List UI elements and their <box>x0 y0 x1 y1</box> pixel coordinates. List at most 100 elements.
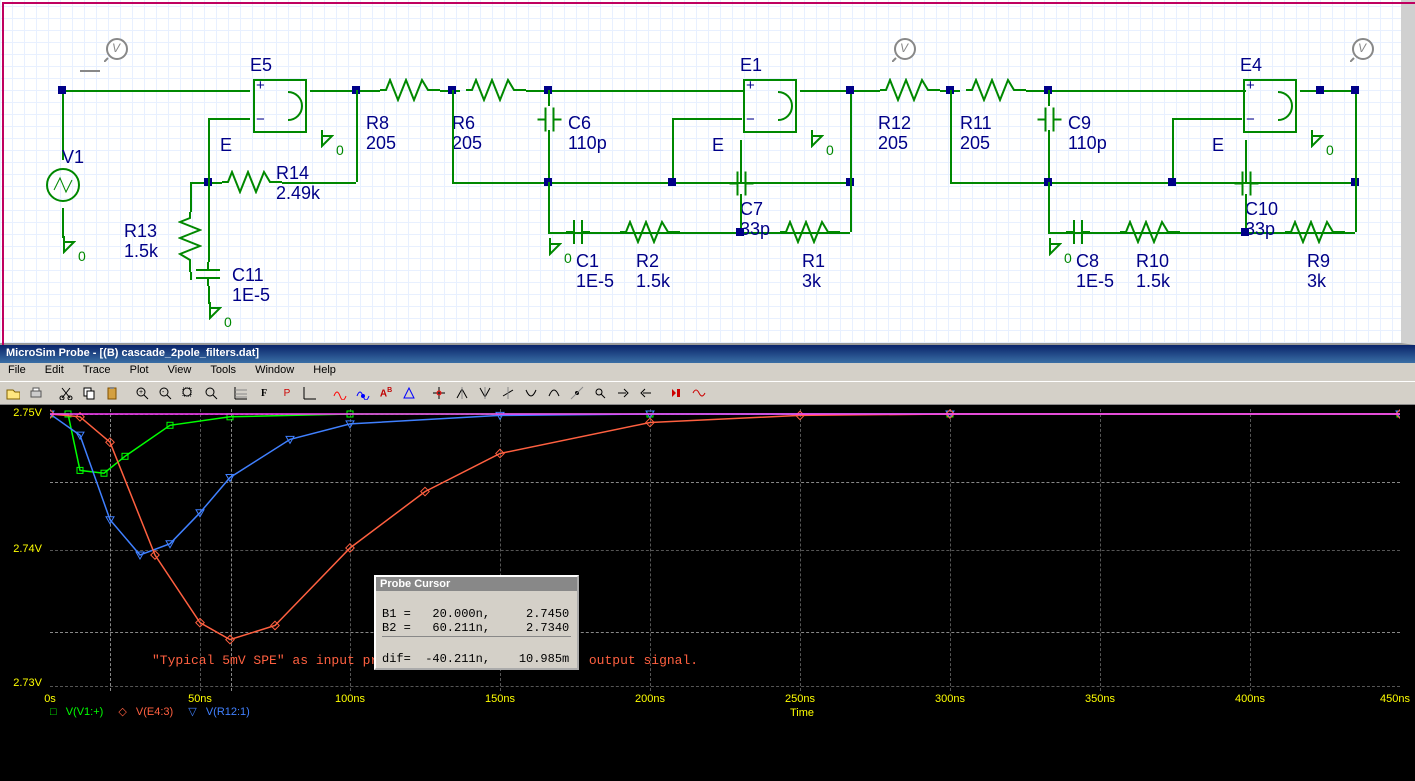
component-value: 205 <box>452 134 482 154</box>
voltage-probe-icon: V <box>1350 36 1376 62</box>
component-value: E <box>220 136 232 156</box>
open-icon[interactable] <box>2 383 24 403</box>
x-tick: 300ns <box>935 693 965 705</box>
y-tick: 2.74V <box>4 543 42 555</box>
component-value: 1E-5 <box>1076 272 1114 292</box>
probe-cursor-box[interactable]: Probe Cursor B1 = 20.000n, 2.7450 B2 = 6… <box>374 575 579 670</box>
x-tick: 150ns <box>485 693 515 705</box>
capacitor <box>566 220 590 247</box>
component-label: R11 <box>960 114 992 134</box>
voltage-probe-icon: V <box>892 36 918 62</box>
eval-icon[interactable] <box>352 383 374 403</box>
pin-plus: + <box>746 78 755 95</box>
menu-plot[interactable]: Plot <box>122 362 157 378</box>
zoom-area-icon[interactable] <box>177 383 199 403</box>
component-label: V1 <box>62 148 84 168</box>
resistor <box>780 220 840 247</box>
log-y-icon[interactable] <box>299 383 321 403</box>
probe-titlebar[interactable]: MicroSim Probe - [(B) cascade_2pole_filt… <box>0 345 1415 363</box>
component-label: C6 <box>568 114 591 134</box>
schematic-node <box>1241 228 1249 236</box>
y-tick: 2.73V <box>4 677 42 689</box>
pin-minus: − <box>256 112 265 129</box>
plot-area[interactable]: 2.75V 2.74V 2.73V 0s 50ns 100ns 150ns 20… <box>0 405 1415 720</box>
add-trace-icon[interactable] <box>329 383 351 403</box>
component-label: E5 <box>250 56 272 76</box>
component-value: 3k <box>1307 272 1326 292</box>
component-label: R10 <box>1136 252 1169 272</box>
x-tick: 250ns <box>785 693 815 705</box>
zoom-in-icon[interactable]: + <box>131 383 153 403</box>
plot-legend[interactable]: □ V(V1:+) ◇ V(E4:3) ▽ V(R12:1) <box>50 705 262 712</box>
perf-icon[interactable]: P <box>276 383 298 403</box>
cursor-trough-icon[interactable] <box>474 383 496 403</box>
sim-icon[interactable] <box>665 383 687 403</box>
menu-help[interactable]: Help <box>305 362 344 378</box>
cut-icon[interactable] <box>55 383 77 403</box>
component-value: 110p <box>568 134 607 154</box>
component-label: R13 <box>124 222 157 242</box>
paste-icon[interactable] <box>101 383 123 403</box>
cursor-next-icon[interactable] <box>612 383 634 403</box>
component-value: 110p <box>1068 134 1107 154</box>
menu-trace[interactable]: Trace <box>75 362 119 378</box>
component-value: 205 <box>878 134 908 154</box>
resistor <box>880 78 940 105</box>
x-tick: 200ns <box>635 693 665 705</box>
component-value: 2.49k <box>276 184 320 204</box>
cursor-point-icon[interactable] <box>566 383 588 403</box>
schematic-node <box>846 86 854 94</box>
text-icon[interactable]: AB <box>375 383 397 403</box>
voltage-probe-icon: V <box>104 36 130 62</box>
component-value: 1.5k <box>1136 272 1170 292</box>
ground-symbol: 0 <box>1300 130 1324 148</box>
schematic-node <box>1316 86 1324 94</box>
component-value: 1E-5 <box>232 286 270 306</box>
y-tick: 2.75V <box>4 407 42 419</box>
component-label: R14 <box>276 164 309 184</box>
cursor-slope-icon[interactable] <box>497 383 519 403</box>
log-x-icon[interactable] <box>230 383 252 403</box>
resistor <box>466 78 526 105</box>
svg-text:+: + <box>139 389 143 396</box>
cursor-toggle-icon[interactable] <box>428 383 450 403</box>
ground-symbol: 0 <box>52 236 76 254</box>
component-value: 3k <box>802 272 821 292</box>
component-value: 1.5k <box>636 272 670 292</box>
probe-cursor-title: Probe Cursor <box>376 577 577 591</box>
print-icon[interactable] <box>25 383 47 403</box>
schematic-canvas[interactable]: V V1 0 R13 1.5k R14 2.49k C11 1E-5 0 <box>0 0 1415 345</box>
menu-window[interactable]: Window <box>247 362 302 378</box>
schematic-node <box>1168 178 1176 186</box>
mark-icon[interactable] <box>398 383 420 403</box>
fft-icon[interactable]: F <box>253 383 275 403</box>
ground-symbol: 0 <box>538 238 562 256</box>
component-value: 1.5k <box>124 242 158 262</box>
component-label: R2 <box>636 252 659 272</box>
zoom-fit-icon[interactable] <box>200 383 222 403</box>
cursor-search-icon[interactable] <box>589 383 611 403</box>
component-value: E <box>1212 136 1224 156</box>
cursor-prev-icon[interactable] <box>635 383 657 403</box>
sim-wave-icon[interactable] <box>688 383 710 403</box>
resistor <box>222 170 282 197</box>
cursor-peak-icon[interactable] <box>451 383 473 403</box>
component-label: C1 <box>576 252 599 272</box>
component-label: C10 <box>1245 200 1278 220</box>
menu-file[interactable]: File <box>0 362 34 378</box>
zoom-out-icon[interactable]: - <box>154 383 176 403</box>
cursor-min-icon[interactable] <box>520 383 542 403</box>
component-value: 33p <box>1245 220 1275 240</box>
menu-edit[interactable]: Edit <box>37 362 72 378</box>
probe-window: MicroSim Probe - [(B) cascade_2pole_filt… <box>0 345 1415 781</box>
menu-tools[interactable]: Tools <box>202 362 244 378</box>
pin-minus: − <box>746 112 755 129</box>
menu-view[interactable]: View <box>160 362 200 378</box>
toolbar: + - F P AB <box>0 381 1415 405</box>
copy-icon[interactable] <box>78 383 100 403</box>
component-value: E <box>712 136 724 156</box>
menubar[interactable]: File Edit Trace Plot View Tools Window H… <box>0 363 1415 381</box>
cursor-max-icon[interactable] <box>543 383 565 403</box>
component-label: C9 <box>1068 114 1091 134</box>
capacitor <box>1232 172 1259 196</box>
